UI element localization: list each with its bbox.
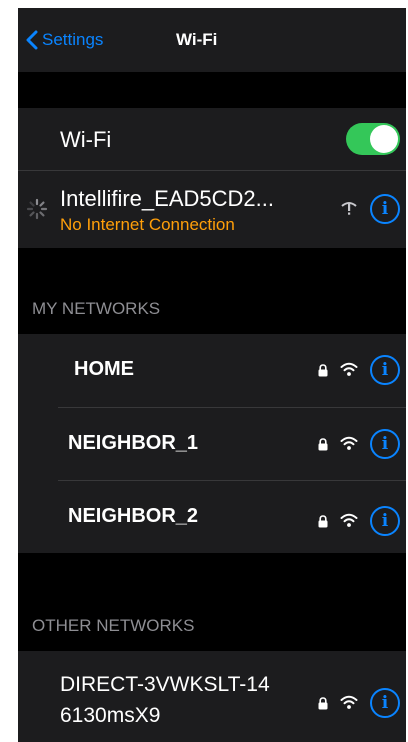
- current-network-status: No Internet Connection: [60, 215, 235, 234]
- chevron-left-icon: [26, 30, 38, 50]
- lock-icon: [318, 515, 328, 528]
- network-name-line1: DIRECT-3VWKSLT-14: [60, 673, 270, 696]
- my-networks-header: MY NETWORKS: [32, 299, 161, 318]
- current-network-name: Intellifire_EAD5CD2...: [60, 186, 274, 211]
- info-icon[interactable]: i: [370, 194, 400, 224]
- wifi-icon: [340, 436, 358, 450]
- wifi-label: Wi-Fi: [60, 127, 112, 152]
- network-name-line2: 6130msX9: [60, 704, 161, 727]
- navigation-bar: Settings Wi-Fi: [18, 8, 406, 72]
- current-network-row[interactable]: Intellifire_EAD5CD2... No Internet Conne…: [18, 171, 406, 248]
- network-name: NEIGHBOR_2: [68, 505, 199, 527]
- network-row[interactable]: NEIGHBOR_1 i: [18, 408, 406, 480]
- spinner-icon: [26, 198, 48, 220]
- wifi-icon: [340, 513, 358, 527]
- network-name: HOME: [74, 358, 134, 380]
- other-networks-group: DIRECT-3VWKSLT-14 6130msX9 i: [18, 651, 406, 742]
- other-networks-header: OTHER NETWORKS: [32, 616, 195, 635]
- info-icon[interactable]: i: [370, 506, 400, 536]
- network-name: NEIGHBOR_1: [68, 432, 199, 454]
- my-networks-group: HOME i NEIGHBOR_1 i NEIGHBOR_2 i: [18, 334, 406, 553]
- wifi-settings-screen: Settings Wi-Fi Wi-Fi Intellifire_EAD5CD2…: [18, 8, 406, 742]
- info-icon[interactable]: i: [370, 688, 400, 718]
- wifi-toggle[interactable]: [346, 123, 400, 155]
- lock-icon: [318, 364, 328, 377]
- back-label: Settings: [42, 30, 104, 49]
- lock-icon: [318, 438, 328, 451]
- info-icon[interactable]: i: [370, 355, 400, 385]
- info-icon[interactable]: i: [370, 429, 400, 459]
- page-title: Wi-Fi: [176, 30, 218, 49]
- lock-icon: [318, 697, 328, 710]
- network-row[interactable]: DIRECT-3VWKSLT-14 6130msX9 i: [18, 651, 406, 742]
- back-button[interactable]: Settings: [26, 30, 103, 50]
- toggle-knob: [370, 125, 398, 153]
- network-row[interactable]: HOME i: [18, 334, 406, 407]
- wifi-icon: [340, 695, 358, 709]
- network-row[interactable]: NEIGHBOR_2 i: [18, 481, 406, 553]
- wifi-icon: [340, 362, 358, 376]
- wifi-group: Wi-Fi Intellifire_EAD5CD2... No Internet…: [18, 108, 406, 248]
- wifi-toggle-row: Wi-Fi: [18, 108, 406, 170]
- wifi-exclamation-icon: [341, 202, 357, 215]
